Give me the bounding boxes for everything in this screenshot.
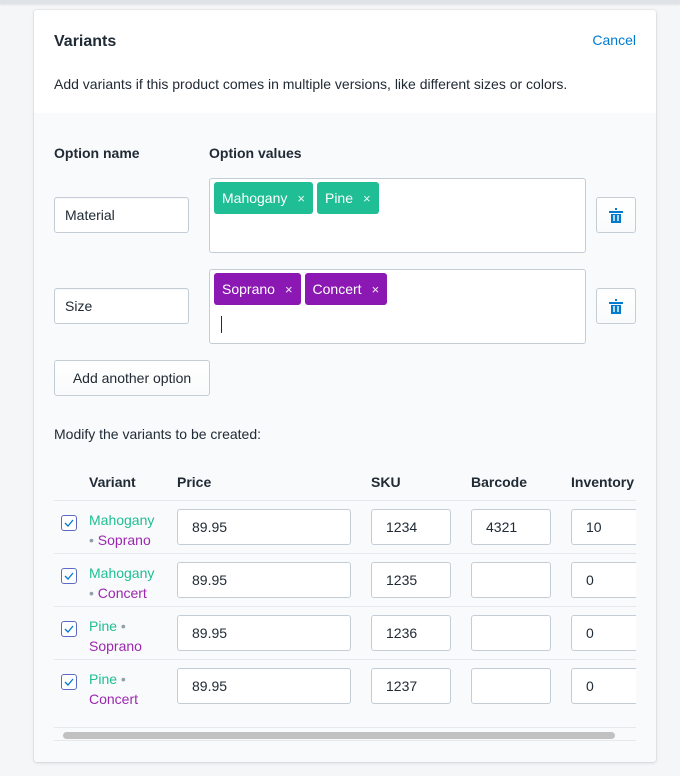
inventory-value: 0	[586, 625, 594, 641]
row-divider	[54, 606, 636, 607]
variant-size: Concert	[97, 585, 147, 601]
barcode-value: 4321	[486, 519, 518, 535]
variant-name: Mahogany • Soprano	[89, 510, 179, 550]
separator: •	[89, 532, 94, 548]
sku-input[interactable]: 1236	[371, 615, 451, 651]
variant-checkbox[interactable]	[61, 674, 77, 690]
variant-checkbox[interactable]	[61, 568, 77, 584]
card-body: Option name Option values Material Mahog…	[34, 113, 656, 762]
column-header-variant: Variant	[89, 474, 136, 490]
variant-name: Mahogany • Concert	[89, 563, 179, 603]
variant-checkbox[interactable]	[61, 515, 77, 531]
price-value: 89.95	[192, 572, 228, 588]
row-divider	[54, 659, 636, 660]
barcode-input[interactable]: 4321	[471, 509, 551, 545]
barcode-input[interactable]	[471, 668, 551, 704]
variant-size: Concert	[89, 691, 139, 707]
scrollbar-thumb[interactable]	[63, 732, 615, 739]
price-input[interactable]: 89.95	[177, 668, 351, 704]
inventory-value: 10	[586, 519, 602, 535]
price-input[interactable]: 89.95	[177, 615, 351, 651]
sku-input[interactable]: 1237	[371, 668, 451, 704]
card-header: Variants Cancel Add variants if this pro…	[34, 10, 656, 113]
barcode-input[interactable]	[471, 615, 551, 651]
sku-input[interactable]: 1234	[371, 509, 451, 545]
inventory-input[interactable]: 0	[571, 562, 636, 598]
row-divider	[54, 500, 636, 501]
separator: •	[120, 671, 126, 687]
variant-size: Soprano	[89, 638, 142, 654]
horizontal-scrollbar[interactable]	[54, 727, 636, 741]
price-input[interactable]: 89.95	[177, 562, 351, 598]
card-title: Variants	[54, 33, 117, 50]
separator: •	[89, 585, 94, 601]
card-description: Add variants if this product comes in mu…	[54, 76, 568, 92]
variant-material: Mahogany	[89, 565, 155, 581]
checkmark-icon	[64, 625, 74, 633]
barcode-input[interactable]	[471, 562, 551, 598]
column-header-sku: SKU	[371, 474, 401, 490]
inventory-input[interactable]: 0	[571, 668, 636, 704]
price-value: 89.95	[192, 625, 228, 641]
column-header-inventory: Inventory	[571, 474, 635, 490]
variant-name: Pine • Soprano	[89, 616, 179, 656]
variant-size: Soprano	[97, 532, 151, 548]
row-divider	[54, 553, 636, 554]
inventory-value: 0	[586, 572, 594, 588]
sku-value: 1235	[386, 572, 418, 588]
price-value: 89.95	[192, 519, 228, 535]
sku-value: 1237	[386, 678, 418, 694]
inventory-input[interactable]: 10	[571, 509, 636, 545]
cancel-link[interactable]: Cancel	[592, 32, 636, 48]
checkmark-icon	[64, 519, 74, 527]
variant-checkbox[interactable]	[61, 621, 77, 637]
checkmark-icon	[64, 572, 74, 580]
variant-material: Pine	[89, 618, 118, 634]
inventory-value: 0	[586, 678, 594, 694]
variants-table: Variant Price SKU Barcode Inventory Maho…	[34, 113, 636, 762]
sku-input[interactable]: 1235	[371, 562, 451, 598]
sku-value: 1234	[386, 519, 418, 535]
separator: •	[120, 618, 126, 634]
variant-name: Pine • Concert	[89, 669, 179, 709]
top-bar	[0, 0, 680, 4]
sku-value: 1236	[386, 625, 418, 641]
inventory-input[interactable]: 0	[571, 615, 636, 651]
column-header-price: Price	[177, 474, 212, 490]
price-input[interactable]: 89.95	[177, 509, 351, 545]
variant-material: Pine	[89, 671, 118, 687]
variant-material: Mahogany	[89, 512, 155, 528]
checkmark-icon	[64, 678, 74, 686]
variants-card: Variants Cancel Add variants if this pro…	[34, 10, 656, 762]
price-value: 89.95	[192, 678, 228, 694]
column-header-barcode: Barcode	[471, 474, 528, 490]
